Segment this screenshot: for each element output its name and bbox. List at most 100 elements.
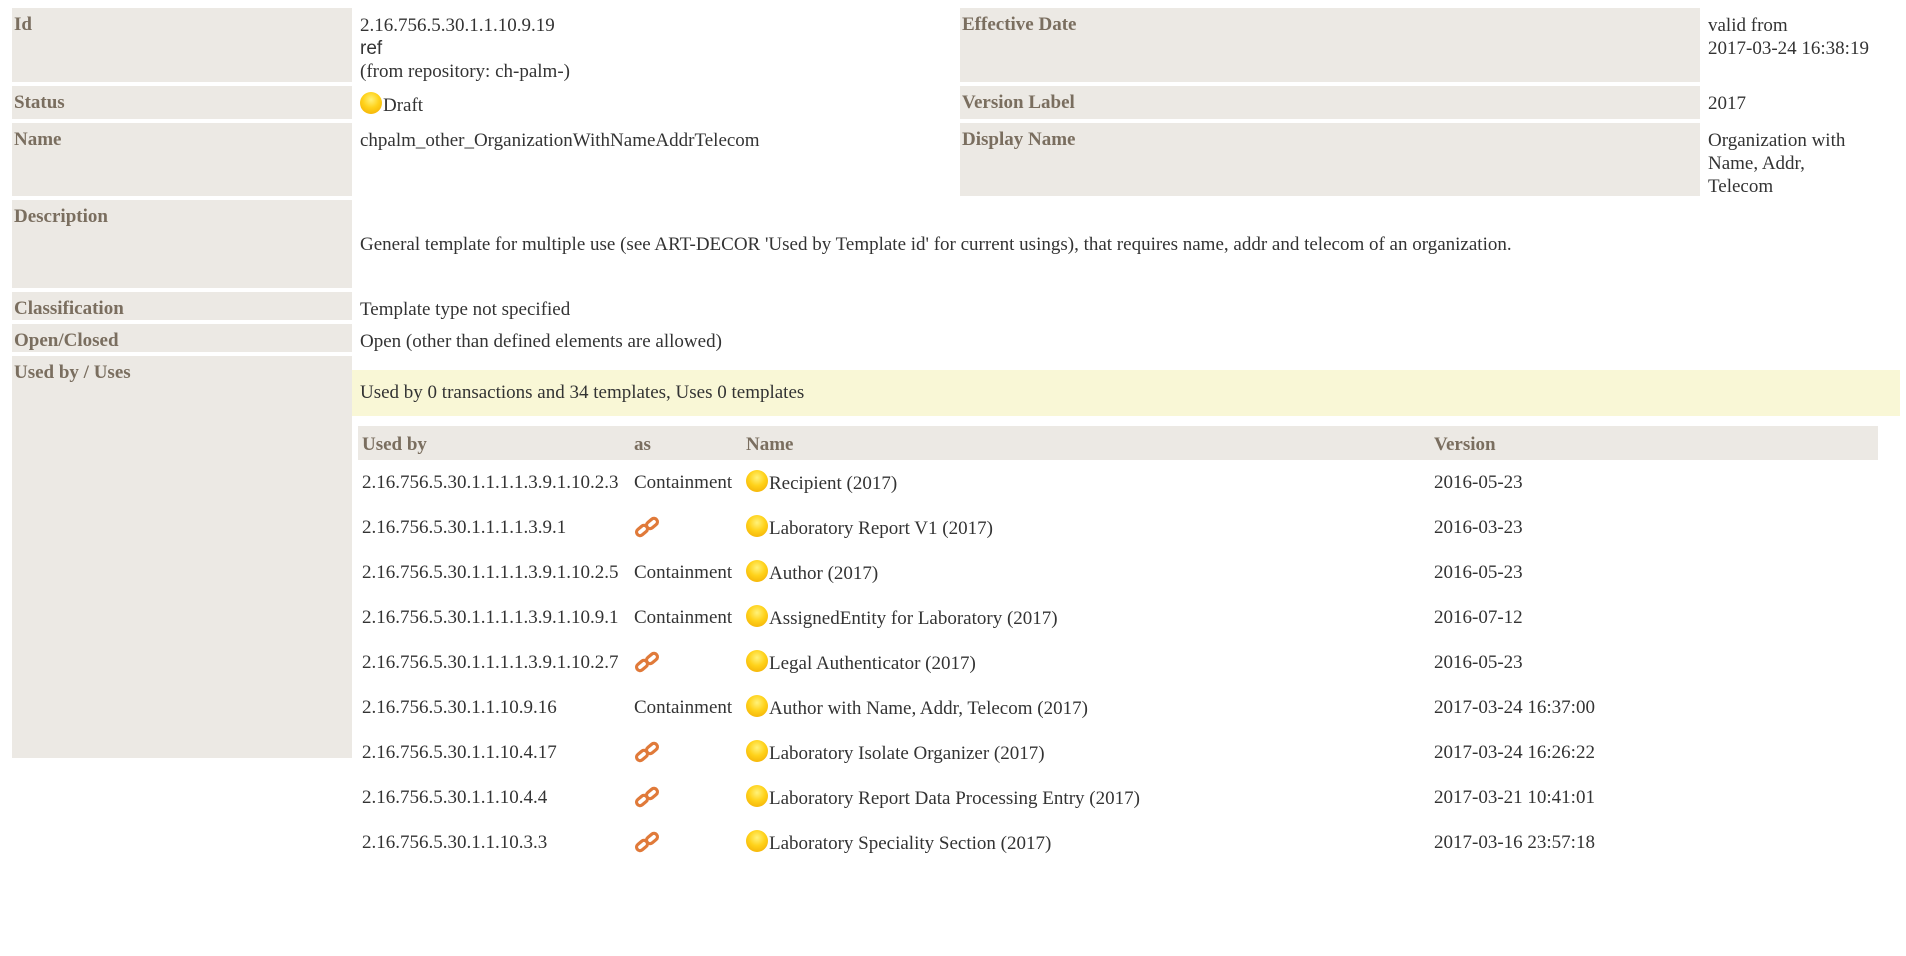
draft-status-dot-icon [746,740,768,762]
classification-value: Template type not specified [360,299,571,320]
row-as: Containment [634,471,733,493]
row-as: Containment [634,606,733,628]
display-name-value: Organization with Name, Addr, Telecom [1700,123,1900,197]
open-closed-label: Open/Closed [12,324,352,352]
row-name-text[interactable]: Laboratory Speciality Section (2017) [769,833,1051,854]
table-row[interactable]: 2.16.756.5.30.1.1.10.4.17 Laboratory Iso… [358,730,1878,775]
col-as: as [630,426,742,460]
used-by-table: Used by as Name Version 2.16.756.5.30.1.… [358,426,1878,865]
row-name[interactable]: Laboratory Speciality Section (2017) [742,820,1430,865]
row-name[interactable]: Author (2017) [742,550,1430,595]
status-label: Status [12,86,352,119]
table-row[interactable]: 2.16.756.5.30.1.1.1.1.3.9.1 Laboratory R… [358,505,1878,550]
row-as [630,730,742,775]
draft-status-dot-icon [746,560,768,582]
row-id[interactable]: 2.16.756.5.30.1.1.1.1.3.9.1.10.2.3 [358,460,630,505]
col-version: Version [1430,426,1878,460]
table-row[interactable]: 2.16.756.5.30.1.1.10.9.16 Containment Au… [358,685,1878,730]
id-ref: ref [360,38,383,59]
draft-status-dot-icon [746,470,768,492]
status-value: Draft [352,86,960,119]
chain-link-icon [634,516,660,537]
row-version: 2016-07-12 [1434,606,1523,628]
row-name-text[interactable]: Laboratory Report Data Processing Entry … [769,788,1140,809]
chain-link-icon [634,741,660,762]
row-name[interactable]: Author with Name, Addr, Telecom (2017) [742,685,1430,730]
table-row[interactable]: 2.16.756.5.30.1.1.10.4.4 Laboratory Repo… [358,775,1878,820]
used-by-section: Used by 0 transactions and 34 templates,… [352,356,1900,854]
table-row[interactable]: 2.16.756.5.30.1.1.1.1.3.9.1.10.2.3 Conta… [358,460,1878,505]
draft-status-dot-icon [746,830,768,852]
name-label: Name [12,123,352,196]
row-id[interactable]: 2.16.756.5.30.1.1.1.1.3.9.1.10.2.5 [358,550,630,595]
row-id[interactable]: 2.16.756.5.30.1.1.1.1.3.9.1.10.2.7 [358,640,630,685]
chain-link-icon [634,831,660,852]
usage-summary: Used by 0 transactions and 34 templates,… [352,370,1900,416]
row-id[interactable]: 2.16.756.5.30.1.1.10.4.17 [358,730,630,775]
row-name-text[interactable]: AssignedEntity for Laboratory (2017) [769,608,1058,629]
effective-date-label: Effective Date [960,8,1700,82]
draft-status-dot-icon [746,785,768,807]
table-row[interactable]: 2.16.756.5.30.1.1.1.1.3.9.1.10.9.1 Conta… [358,595,1878,640]
effective-date-value: valid from 2017-03-24 16:38:19 [1700,8,1900,82]
draft-status-dot-icon [746,605,768,627]
row-id[interactable]: 2.16.756.5.30.1.1.1.1.3.9.1 [358,505,630,550]
row-name[interactable]: Laboratory Report V1 (2017) [742,505,1430,550]
row-version: 2016-05-23 [1434,651,1523,673]
row-id[interactable]: 2.16.756.5.30.1.1.10.3.3 [358,820,630,865]
col-name: Name [742,426,1430,460]
row-version: 2016-03-23 [1434,516,1523,538]
id-repository: (from repository: ch-palm-) [360,61,570,82]
row-version: 2016-05-23 [1434,471,1523,493]
row-name[interactable]: Legal Authenticator (2017) [742,640,1430,685]
row-name[interactable]: AssignedEntity for Laboratory (2017) [742,595,1430,640]
row-name[interactable]: Recipient (2017) [742,460,1430,505]
row-as [630,505,742,550]
row-id[interactable]: 2.16.756.5.30.1.1.10.9.16 [358,685,630,730]
effective-date-prefix: valid from [1708,15,1788,36]
row-id[interactable]: 2.16.756.5.30.1.1.10.4.4 [358,775,630,820]
row-name-text[interactable]: Laboratory Isolate Organizer (2017) [769,743,1045,764]
name-value: chpalm_other_OrganizationWithNameAddrTel… [360,130,760,151]
row-version: 2017-03-21 10:41:01 [1434,786,1595,808]
effective-date-timestamp: 2017-03-24 16:38:19 [1708,38,1869,59]
version-label-label: Version Label [960,86,1700,119]
row-name-text[interactable]: Recipient (2017) [769,473,897,494]
row-name[interactable]: Laboratory Isolate Organizer (2017) [742,730,1430,775]
row-name-text[interactable]: Legal Authenticator (2017) [769,653,976,674]
draft-status-dot-icon [746,515,768,537]
chain-link-icon [634,786,660,807]
status-text: Draft [383,95,424,116]
row-name-text[interactable]: Author with Name, Addr, Telecom (2017) [769,698,1088,719]
draft-status-dot-icon [746,695,768,717]
chain-link-icon [634,651,660,672]
row-as [630,820,742,865]
id-label: Id [12,8,352,82]
row-as [630,640,742,685]
row-as: Containment [634,561,733,583]
draft-status-dot-icon [360,92,382,114]
table-row[interactable]: 2.16.756.5.30.1.1.1.1.3.9.1.10.2.5 Conta… [358,550,1878,595]
row-name-text[interactable]: Laboratory Report V1 (2017) [769,518,993,539]
row-as [630,775,742,820]
display-name-line-3: Telecom [1708,176,1774,197]
id-value: 2.16.756.5.30.1.1.10.9.19 ref (from repo… [352,8,960,82]
used-by-uses-label: Used by / Uses [12,356,352,758]
version-label-value: 2017 [1708,93,1746,114]
description-value: General template for multiple use (see A… [360,234,1512,255]
row-version: 2016-05-23 [1434,561,1523,583]
table-row[interactable]: 2.16.756.5.30.1.1.10.3.3 Laboratory Spec… [358,820,1878,865]
id-oid: 2.16.756.5.30.1.1.10.9.19 [360,15,555,36]
row-name[interactable]: Laboratory Report Data Processing Entry … [742,775,1430,820]
table-row[interactable]: 2.16.756.5.30.1.1.1.1.3.9.1.10.2.7 Legal… [358,640,1878,685]
row-version: 2017-03-16 23:57:18 [1434,831,1595,853]
used-by-table-header: Used by as Name Version [358,426,1878,460]
classification-label: Classification [12,292,352,320]
row-version: 2017-03-24 16:26:22 [1434,741,1595,763]
row-version: 2017-03-24 16:37:00 [1434,696,1595,718]
description-label: Description [12,200,352,288]
display-name-label: Display Name [960,123,1700,196]
col-used-by: Used by [358,426,630,460]
row-id[interactable]: 2.16.756.5.30.1.1.1.1.3.9.1.10.9.1 [358,595,630,640]
row-name-text[interactable]: Author (2017) [769,563,878,584]
